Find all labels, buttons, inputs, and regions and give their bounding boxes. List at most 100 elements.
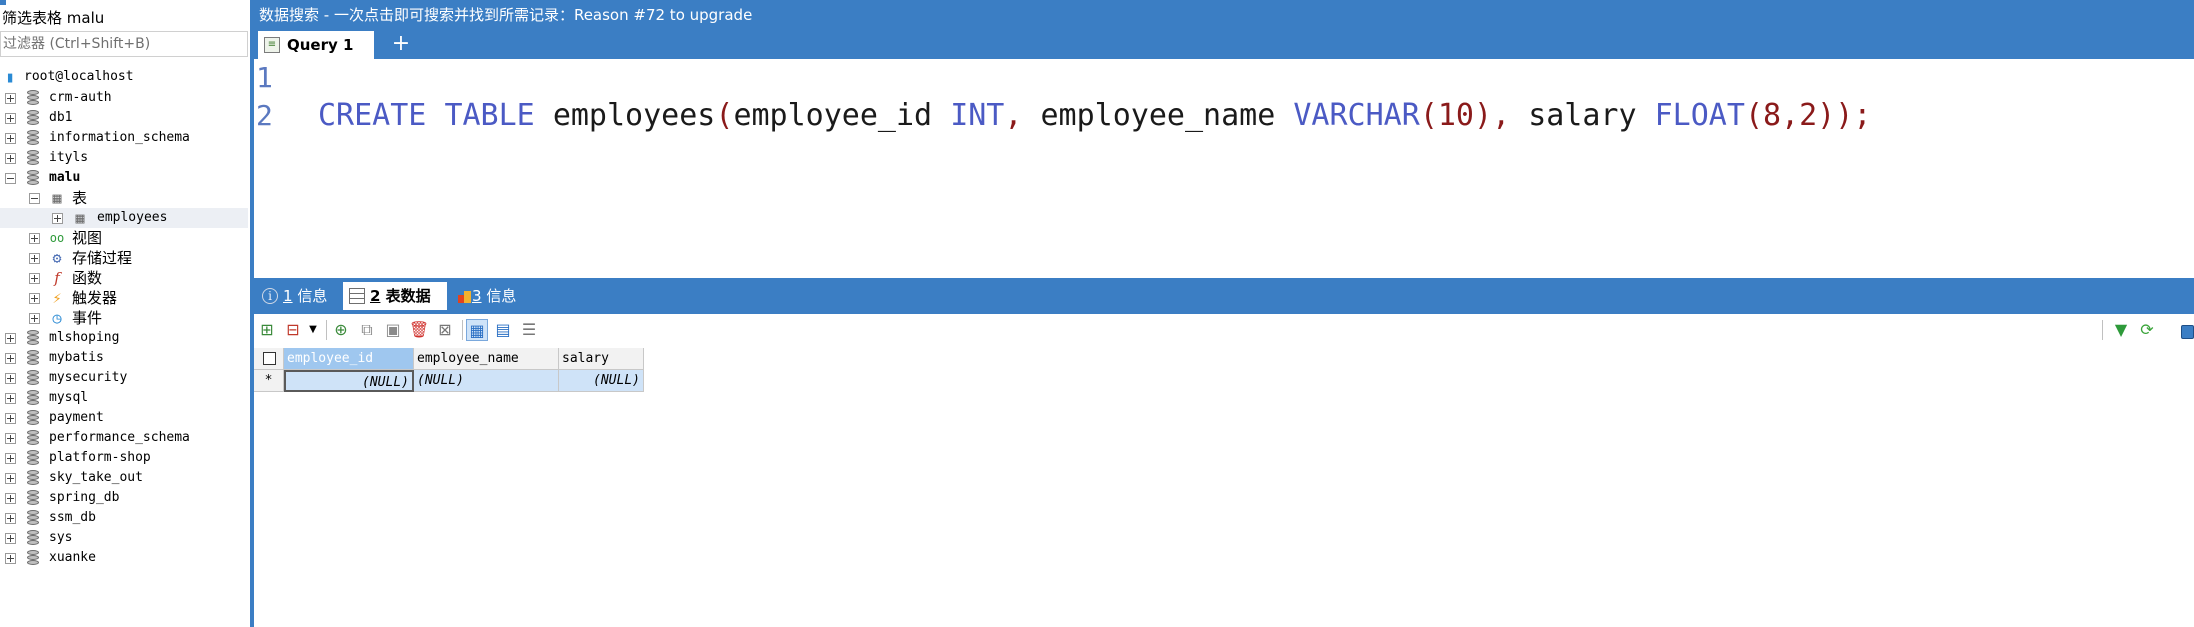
- db-label: malu: [49, 170, 81, 185]
- tree-db-information-schema[interactable]: information_schema: [0, 128, 248, 148]
- tab-info-1[interactable]: i 1 信息: [256, 282, 340, 310]
- table-cell[interactable]: (NULL): [559, 370, 644, 392]
- tree-db-sky-take-out[interactable]: sky_take_out: [0, 468, 248, 488]
- column-header[interactable]: employee_id: [284, 348, 414, 370]
- db-label: performance_schema: [49, 430, 190, 445]
- filter-input[interactable]: 过滤器 (Ctrl+Shift+B): [0, 31, 248, 57]
- database-icon: [26, 350, 40, 366]
- expand-icon[interactable]: [29, 273, 40, 284]
- expand-icon[interactable]: [5, 373, 16, 384]
- tree-db-payment[interactable]: payment: [0, 408, 248, 428]
- expand-icon[interactable]: [5, 393, 16, 404]
- tree-db-mysql[interactable]: mysql: [0, 388, 248, 408]
- grid-view-icon[interactable]: ▦: [466, 319, 488, 341]
- tree-table-employees[interactable]: ▦ employees: [0, 208, 248, 228]
- tree-folder-procedures[interactable]: ⚙ 存储过程: [0, 248, 248, 268]
- db-label: xuanke: [49, 550, 96, 565]
- expand-icon[interactable]: [5, 513, 16, 524]
- insert-row-icon[interactable]: ⊞: [256, 319, 278, 341]
- expand-icon[interactable]: [5, 333, 16, 344]
- funnel-icon[interactable]: ▼: [2110, 319, 2132, 341]
- expand-icon[interactable]: [29, 293, 40, 304]
- tree-db-sys[interactable]: sys: [0, 528, 248, 548]
- sql-editor[interactable]: 1 2 CREATE TABLE employees(employee_id I…: [254, 59, 2194, 278]
- tree-connection[interactable]: ▮ root@localhost: [0, 67, 248, 87]
- tree-folder-functions[interactable]: f 函数: [0, 268, 248, 288]
- expand-icon[interactable]: [5, 473, 16, 484]
- refresh-icon[interactable]: ⟳: [2136, 319, 2158, 341]
- tree-db-ityls[interactable]: ityls: [0, 148, 248, 168]
- messages-icon: [456, 288, 472, 304]
- collapse-icon[interactable]: [29, 193, 40, 204]
- save-icon[interactable]: ▣: [382, 319, 404, 341]
- column-header[interactable]: salary: [559, 348, 644, 370]
- tab-table-data[interactable]: 2 表数据: [343, 282, 447, 310]
- expand-icon[interactable]: [29, 233, 40, 244]
- tree-db-platform-shop[interactable]: platform-shop: [0, 448, 248, 468]
- tree-db-mybatis[interactable]: mybatis: [0, 348, 248, 368]
- copy-icon[interactable]: ⧉: [356, 319, 378, 341]
- expand-icon[interactable]: [5, 133, 16, 144]
- tree-db-mysecurity[interactable]: mysecurity: [0, 368, 248, 388]
- tab-label: 3 信息: [472, 287, 517, 305]
- add-icon[interactable]: ⊕: [330, 319, 352, 341]
- code-line-2[interactable]: CREATE TABLE employees(employee_id INT, …: [318, 97, 1871, 135]
- collapse-icon[interactable]: [5, 173, 16, 184]
- punctuation: (: [715, 98, 734, 133]
- select-all-checkbox[interactable]: [263, 352, 276, 365]
- table-cell[interactable]: (NULL): [284, 370, 414, 392]
- column-header[interactable]: employee_name: [414, 348, 559, 370]
- refresh-grid-icon[interactable]: ⊠: [434, 319, 456, 341]
- expand-icon[interactable]: [5, 413, 16, 424]
- upgrade-banner[interactable]: 数据搜索 - 一次点击即可搜索并找到所需记录：Reason #72 to upg…: [254, 0, 2194, 30]
- tree-db-spring-db[interactable]: spring_db: [0, 488, 248, 508]
- database-icon: [26, 410, 40, 426]
- form-view-icon[interactable]: ▤: [492, 319, 514, 341]
- tab-query-1[interactable]: ≡ Query 1: [258, 31, 374, 59]
- table-cell[interactable]: (NULL): [414, 370, 559, 392]
- expand-icon[interactable]: [5, 113, 16, 124]
- tree-folder-views[interactable]: oo 视图: [0, 228, 248, 248]
- tree-db-performance-schema[interactable]: performance_schema: [0, 428, 248, 448]
- identifier: employee_name: [1040, 98, 1276, 133]
- dropdown-icon[interactable]: ▼: [302, 319, 324, 341]
- tab-info-3[interactable]: 3 信息: [450, 282, 530, 310]
- expand-icon[interactable]: [5, 93, 16, 104]
- delete-icon[interactable]: 🗑: [408, 319, 430, 341]
- tree-db-malu[interactable]: malu: [0, 168, 248, 188]
- db-label: payment: [49, 410, 104, 425]
- tree-db-xuanke[interactable]: xuanke: [0, 548, 248, 568]
- gear-icon: ⚙: [52, 249, 62, 267]
- expand-icon[interactable]: [52, 213, 63, 224]
- result-grid[interactable]: employee_id employee_name salary * (NULL…: [254, 348, 644, 393]
- expand-icon[interactable]: [5, 433, 16, 444]
- keyword: FLOAT: [1654, 98, 1745, 133]
- tree-db-ssm-db[interactable]: ssm_db: [0, 508, 248, 528]
- db-label: platform-shop: [49, 450, 151, 465]
- db-label: spring_db: [49, 490, 120, 505]
- database-icon: [26, 490, 40, 506]
- expand-icon[interactable]: [5, 493, 16, 504]
- punctuation: ;: [1853, 98, 1872, 133]
- expand-icon[interactable]: [5, 153, 16, 164]
- select-all-cell[interactable]: [254, 348, 284, 370]
- tree-folder-events[interactable]: ◷ 事件: [0, 308, 248, 328]
- tree-db-db1[interactable]: db1: [0, 108, 248, 128]
- add-tab-button[interactable]: +: [388, 31, 414, 57]
- expand-icon[interactable]: [5, 353, 16, 364]
- tree-db-mlshoping[interactable]: mlshoping: [0, 328, 248, 348]
- expand-icon[interactable]: [29, 253, 40, 264]
- clock-icon: ◷: [52, 309, 62, 327]
- tree-folder-triggers[interactable]: ⚡ 触发器: [0, 288, 248, 308]
- database-icon: [26, 550, 40, 566]
- checkbox-icon[interactable]: [2181, 325, 2194, 339]
- expand-icon[interactable]: [5, 533, 16, 544]
- expand-icon[interactable]: [5, 453, 16, 464]
- expand-icon[interactable]: [29, 313, 40, 324]
- tree-db-crm-auth[interactable]: crm-auth: [0, 88, 248, 108]
- duplicate-row-icon[interactable]: ⊟: [282, 319, 304, 341]
- text-view-icon[interactable]: ☰: [518, 319, 540, 341]
- database-icon: [26, 150, 40, 166]
- expand-icon[interactable]: [5, 553, 16, 564]
- tree-folder-tables[interactable]: ▦ 表: [0, 188, 248, 208]
